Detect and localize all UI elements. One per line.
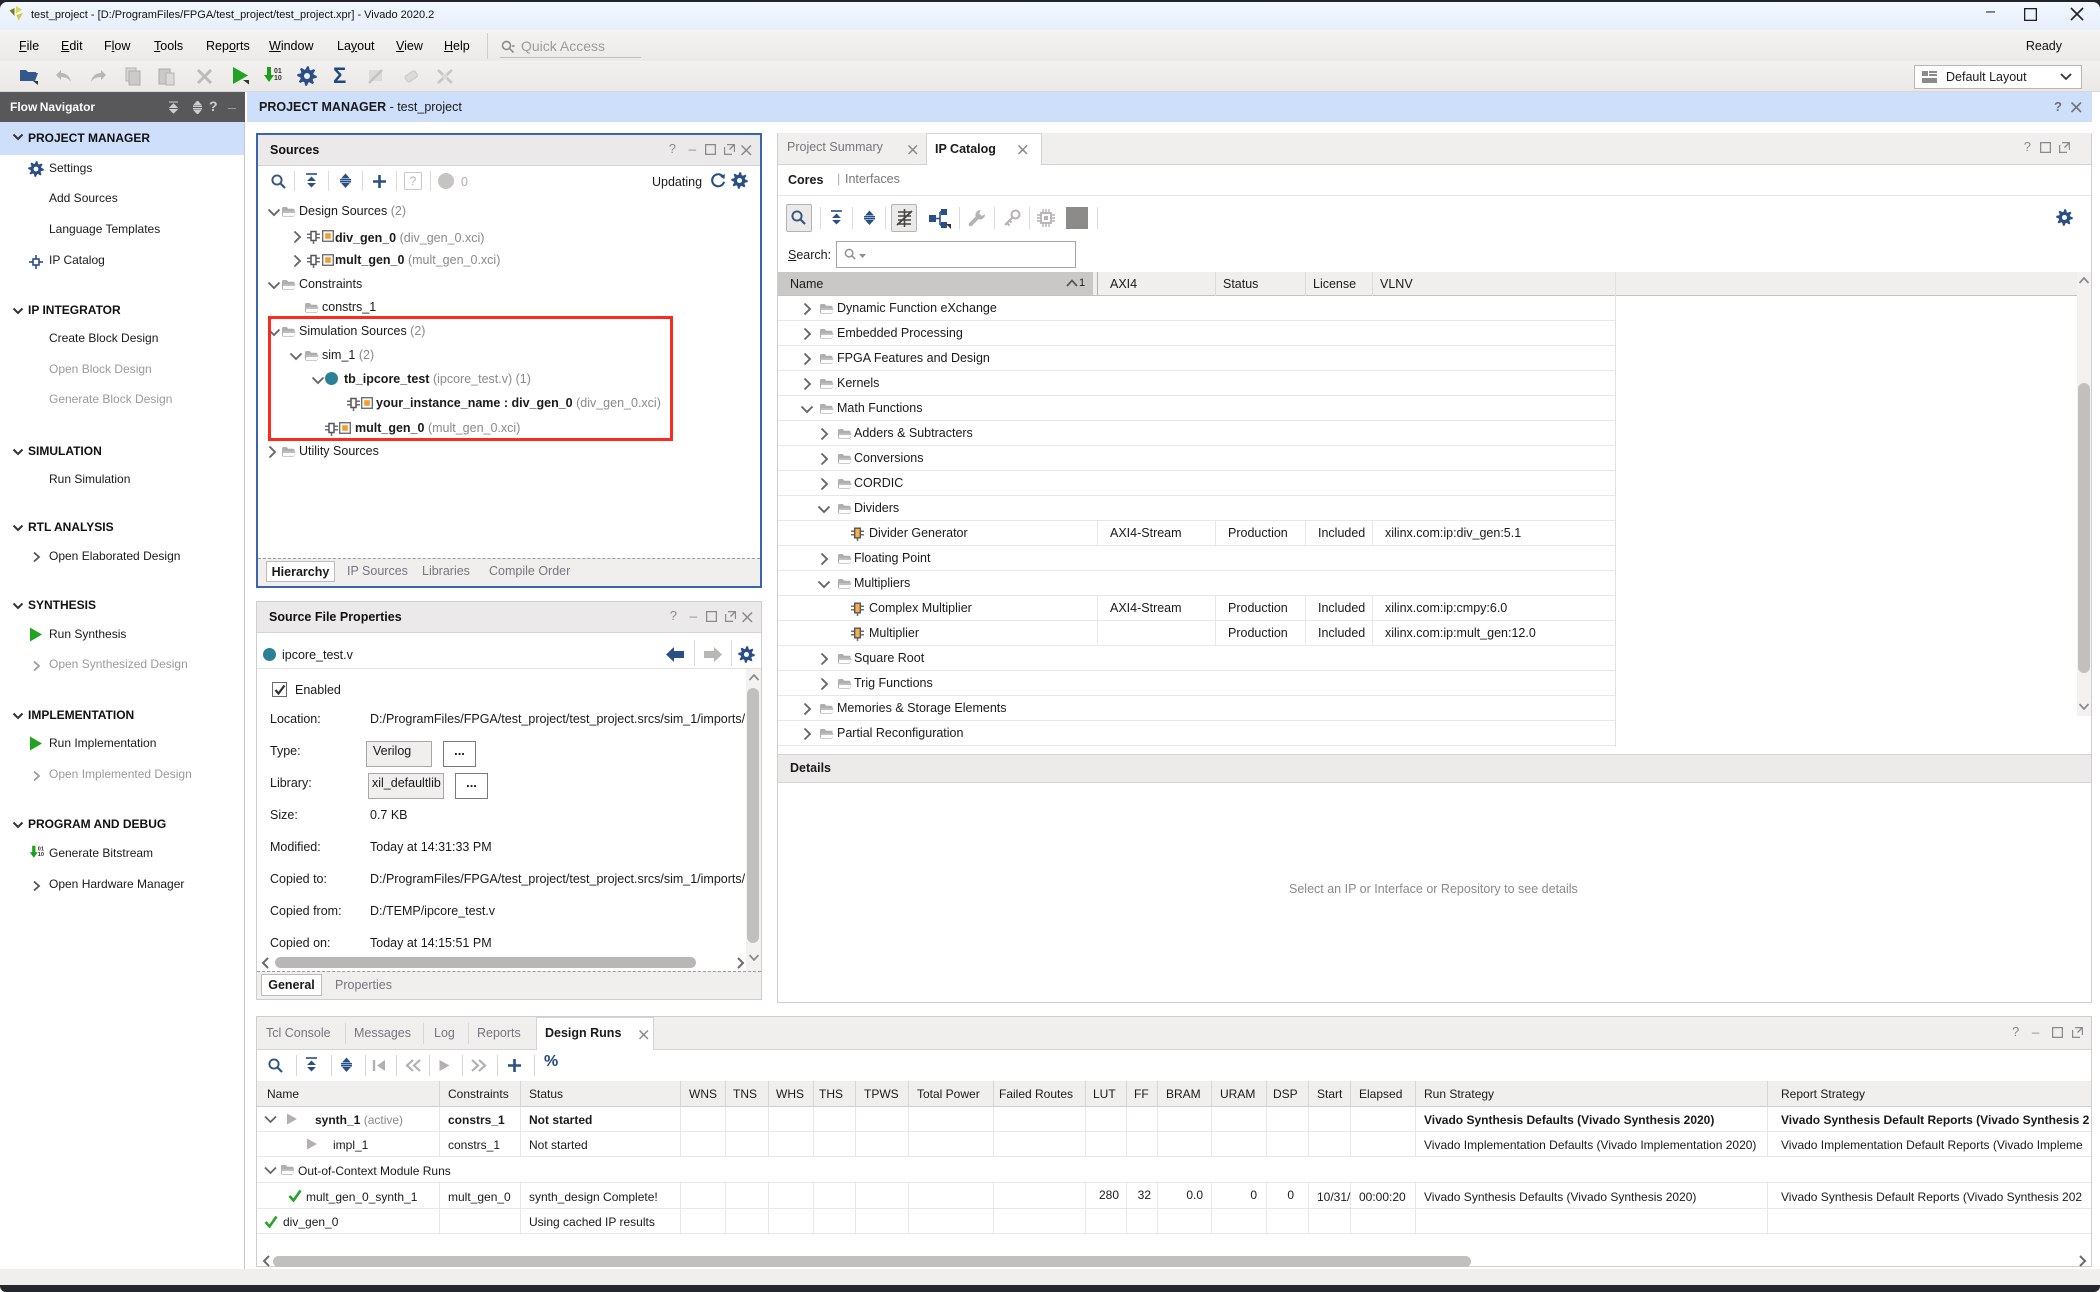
svg-text:10: 10 <box>274 75 282 82</box>
svg-text:10: 10 <box>38 852 44 858</box>
svg-text:01: 01 <box>274 68 282 75</box>
